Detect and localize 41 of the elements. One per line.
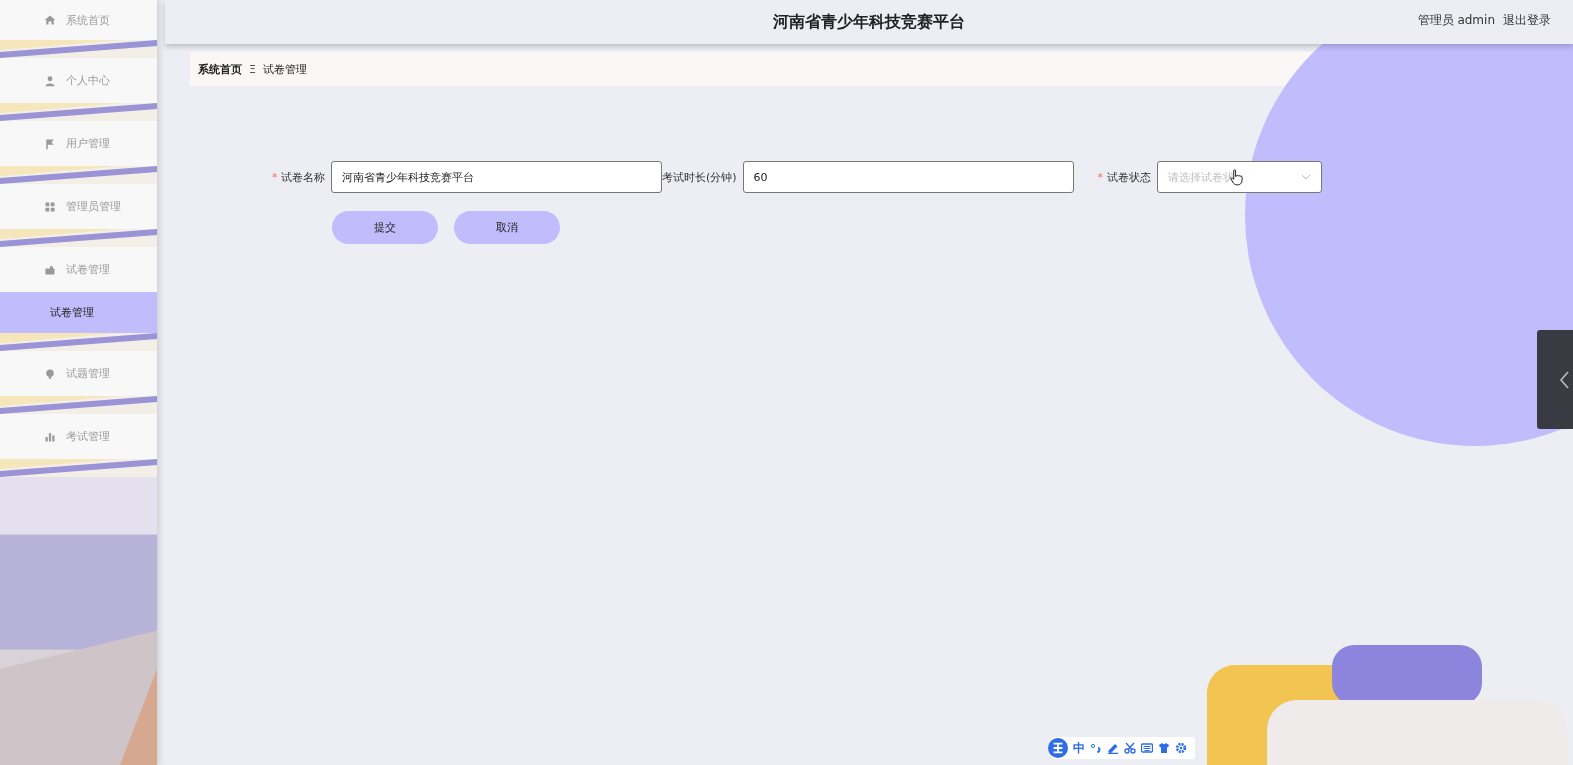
sidebar-item[interactable]: 系统首页 [0, 0, 157, 40]
sidebar-item[interactable]: 用户管理 [0, 121, 157, 166]
grid-icon [44, 200, 56, 213]
site-title: 河南省青少年科技竞赛平台 [773, 11, 965, 33]
flag-icon [44, 137, 56, 150]
breadcrumb-link[interactable]: 试卷管理 [262, 61, 307, 77]
field-label: * 试卷名称 [271, 169, 325, 185]
field-label: * 试卷状态 [1097, 169, 1151, 185]
user-name: 管理员 admin [1417, 12, 1495, 29]
caret-icon [1300, 174, 1311, 180]
breadcrumb-separator: Ξ [249, 62, 256, 76]
sidebar-item[interactable]: 个人中心 [0, 58, 157, 103]
field-label: 考试时长(分钟) [662, 169, 737, 185]
cancel-button[interactable]: 取消 [454, 211, 560, 244]
briefcase-icon [44, 263, 56, 276]
text-input[interactable]: 河南省青少年科技竞赛平台 [331, 161, 662, 193]
settings-icon[interactable] [1175, 742, 1187, 754]
logout-link[interactable]: 退出登录 [1503, 12, 1551, 29]
ime-mode-toggle[interactable]: 中 [1073, 739, 1085, 757]
sidebar-item[interactable]: 考试管理 [0, 414, 157, 459]
submit-button[interactable]: 提交 [332, 211, 438, 244]
user-icon [44, 74, 56, 87]
sidebar-item[interactable]: 管理员管理 [0, 184, 157, 229]
text-input[interactable]: 60 [742, 161, 1074, 193]
chevron-left-icon [1559, 369, 1569, 390]
sidebar-item[interactable]: 试卷管理 [0, 247, 157, 292]
shirt-icon[interactable] [1158, 742, 1170, 754]
keyboard-icon[interactable] [1141, 742, 1153, 754]
sidebar-item[interactable]: 试题管理 [0, 351, 157, 396]
ime-logo-icon[interactable] [1048, 738, 1068, 758]
home-icon [44, 14, 56, 26]
required-asterisk: * [1097, 170, 1104, 184]
scissors-icon[interactable] [1124, 742, 1136, 754]
required-asterisk: * [272, 170, 278, 184]
breadcrumb-link[interactable]: 系统首页 [198, 61, 242, 77]
bar-chart-icon [44, 430, 56, 443]
punctuation-icon[interactable] [1090, 742, 1102, 754]
bulb-icon [44, 367, 56, 380]
side-panel-handle[interactable] [1537, 330, 1573, 429]
pen-icon[interactable] [1107, 742, 1119, 754]
sidebar-item[interactable]: 试卷管理 [0, 292, 157, 333]
